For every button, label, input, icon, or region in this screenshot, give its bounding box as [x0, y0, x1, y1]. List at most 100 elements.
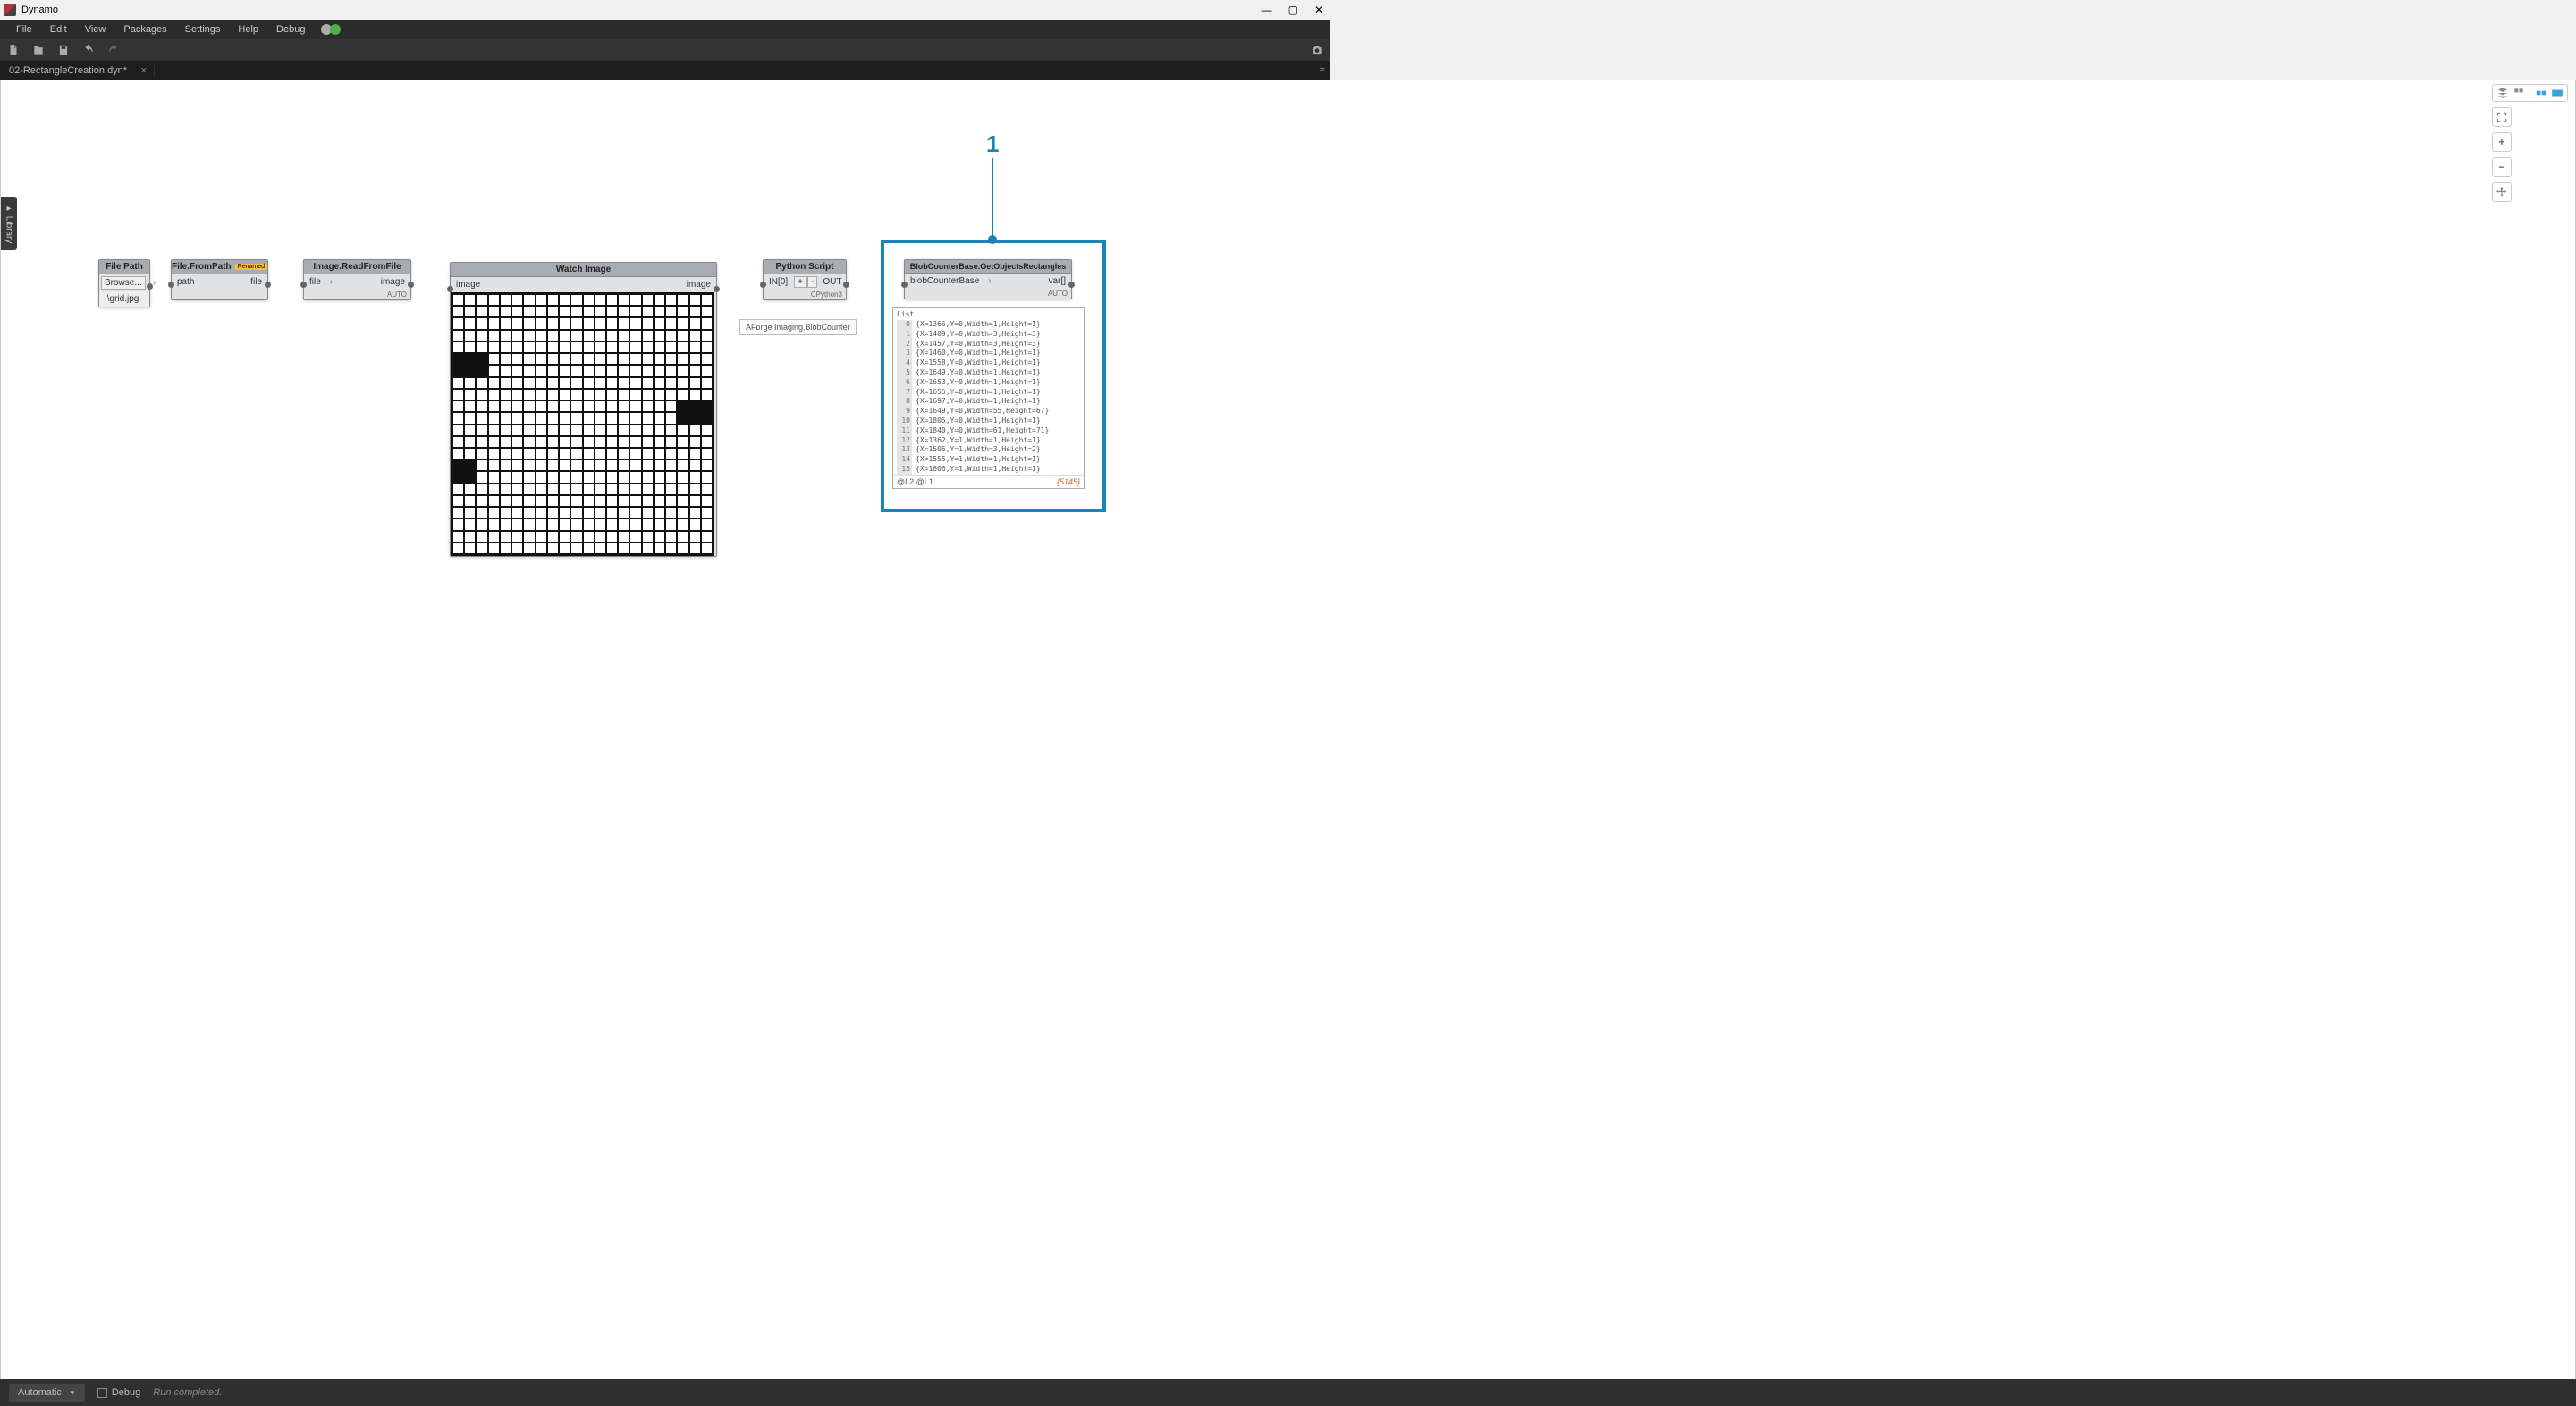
list-index: 2 [897, 340, 912, 349]
list-index: 3 [897, 349, 912, 358]
list-item[interactable]: 5{X=1649,Y=0,Width=1,Height=1} [893, 368, 1084, 378]
background3d-icon[interactable] [2496, 87, 2509, 99]
list-index: 1 [897, 330, 912, 340]
list-value: {X=1460,Y=0,Width=1,Height=1} [916, 349, 1041, 358]
open-file-icon[interactable] [32, 44, 45, 56]
debug-checkbox[interactable]: Debug [97, 1387, 140, 1398]
undo-icon[interactable] [82, 44, 95, 56]
list-item[interactable]: 4{X=1558,Y=0,Width=1,Height=1} [893, 358, 1084, 368]
list-item[interactable]: 6{X=1653,Y=0,Width=1,Height=1} [893, 378, 1084, 388]
node-title: File.FromPathRenamed [172, 260, 267, 274]
input-port-blob-counter-base[interactable]: blobCounterBase [905, 274, 984, 289]
menu-file[interactable]: File [7, 24, 41, 35]
tab-menu-icon[interactable]: ≡ [1320, 65, 1325, 76]
menu-packages[interactable]: Packages [114, 24, 175, 35]
add-input-button[interactable]: + [794, 276, 807, 288]
browse-button[interactable]: Browse... [101, 276, 146, 290]
view-toolbar: | + − [2492, 84, 2568, 202]
list-item[interactable]: 14{X=1555,Y=1,Width=1,Height=1} [893, 455, 1084, 465]
list-item[interactable]: 1{X=1409,Y=0,Width=3,Height=3} [893, 330, 1084, 340]
close-tab-icon[interactable]: × [141, 65, 147, 76]
list-item[interactable]: 11{X=1840,Y=0,Width=61,Height=71} [893, 426, 1084, 436]
graph-canvas[interactable]: ▸ Library | + − File Path Browse...› .\g… [0, 80, 2576, 1379]
library-panel-toggle[interactable]: ▸ Library [1, 197, 17, 250]
run-mode-dropdown[interactable]: Automatic ▼ [9, 1384, 85, 1402]
maximize-button[interactable]: ▢ [1288, 4, 1298, 16]
node-blob-counter[interactable]: BlobCounterBase.GetObjectsRectangles blo… [904, 259, 1072, 299]
output-port-image[interactable]: image [376, 274, 410, 290]
list-value: {X=1506,Y=1,Width=3,Height=2} [916, 445, 1041, 455]
list-index: 4 [897, 358, 912, 368]
list-value: {X=1840,Y=0,Width=61,Height=71} [916, 426, 1049, 436]
list-item[interactable]: 10 {X=1805,Y=0,Width=1,Height=1} [893, 417, 1084, 426]
menu-help[interactable]: Help [229, 24, 267, 35]
list-index: 5 [897, 368, 912, 378]
close-button[interactable]: ✕ [1314, 4, 1323, 16]
tab-bar: 02-RectangleCreation.dyn* × ≡ [0, 61, 1330, 80]
output-port-image[interactable]: image [681, 277, 716, 292]
list-item[interactable]: 7 {X=1655,Y=0,Width=1,Height=1} [893, 388, 1084, 398]
nav-mode-group: | [2492, 84, 2568, 102]
output-port-var[interactable]: var[] [1043, 274, 1071, 289]
node-view-icon[interactable] [2551, 87, 2563, 99]
save-icon[interactable] [57, 44, 70, 56]
redo-icon[interactable] [107, 44, 120, 56]
workspace-tab[interactable]: 02-RectangleCreation.dyn* × [0, 65, 155, 76]
list-item[interactable]: 2{X=1457,Y=0,Width=3,Height=3} [893, 340, 1084, 349]
input-port-image[interactable]: image [451, 277, 486, 292]
list-item[interactable]: 0{X=1366,Y=0,Width=1,Height=1} [893, 320, 1084, 330]
list-item[interactable]: 9{X=1649,Y=0,Width=55,Height=67} [893, 407, 1084, 417]
node-file-from-path[interactable]: File.FromPathRenamed path file [171, 259, 268, 300]
list-item[interactable]: 8{X=1697,Y=0,Width=1,Height=1} [893, 397, 1084, 407]
python-output-tooltip: AForge.Imaging.BlobCounter [739, 319, 857, 335]
toolbar [0, 39, 1330, 61]
list-value: {X=1653,Y=0,Width=1,Height=1} [916, 378, 1041, 388]
minimize-button[interactable]: — [1262, 4, 1272, 16]
node-image-read-from-file[interactable]: Image.ReadFromFile file›image AUTO [303, 259, 411, 300]
list-item[interactable]: 13{X=1506,Y=1,Width=3,Height=2} [893, 445, 1084, 455]
menu-debug[interactable]: Debug [267, 24, 314, 35]
blob-output-preview[interactable]: List 0{X=1366,Y=0,Width=1,Height=1}1{X=1… [892, 307, 1085, 489]
menu-settings[interactable]: Settings [176, 24, 230, 35]
menu-edit[interactable]: Edit [41, 24, 76, 35]
output-port-out[interactable]: OUT [817, 274, 847, 290]
list-index: 14 [897, 455, 912, 465]
workspace-tab-label: 02-RectangleCreation.dyn* [9, 65, 127, 76]
checkbox-icon [97, 1388, 107, 1398]
remove-input-button[interactable]: - [807, 276, 817, 288]
node-file-path[interactable]: File Path Browse...› .\grid.jpg [98, 259, 150, 307]
list-levels[interactable]: @L2 @L1 [897, 477, 933, 486]
fit-view-button[interactable] [2492, 107, 2512, 127]
wire-layer [1, 80, 269, 215]
pan-mode-icon[interactable] [2535, 87, 2547, 99]
debug-label: Debug [112, 1387, 140, 1398]
node-python-script[interactable]: Python Script IN[0] + - OUT CPython3 [763, 259, 847, 300]
input-port-path[interactable]: path [172, 274, 199, 290]
node-watch-image[interactable]: Watch Image image image [450, 262, 717, 557]
screenshot-icon[interactable] [1311, 44, 1323, 56]
annotation-callout-1: 1 [986, 130, 999, 244]
output-port-file[interactable]: file [245, 274, 267, 290]
list-value: {X=1606,Y=1,Width=1,Height=1} [916, 465, 1041, 475]
list-item[interactable]: 12{X=1362,Y=1,Width=1,Height=1} [893, 436, 1084, 446]
zoom-in-button[interactable]: + [2492, 132, 2512, 152]
dropdown-caret-icon: ▼ [69, 1389, 76, 1397]
list-item[interactable]: 15{X=1606,Y=1,Width=1,Height=1} [893, 465, 1084, 475]
pan-button[interactable] [2492, 182, 2512, 202]
list-value: {X=1655,Y=0,Width=1,Height=1} [916, 388, 1041, 398]
list-value: {X=1805,Y=0,Width=1,Height=1} [916, 417, 1041, 426]
list-index: 9 [897, 407, 912, 417]
list-value: {X=1362,Y=1,Width=1,Height=1} [916, 436, 1041, 446]
list-index: 10 [897, 417, 912, 426]
new-file-icon[interactable] [7, 44, 20, 56]
input-port-file[interactable]: file [304, 274, 326, 290]
geometry-icon[interactable] [2513, 87, 2525, 99]
menu-view[interactable]: View [76, 24, 115, 35]
list-item[interactable]: 3 {X=1460,Y=0,Width=1,Height=1} [893, 349, 1084, 358]
app-title: Dynamo [21, 4, 58, 15]
list-index: 7 [897, 388, 912, 398]
node-title: Watch Image [451, 263, 716, 277]
zoom-out-button[interactable]: − [2492, 157, 2512, 177]
node-title: File Path [99, 260, 149, 274]
input-port-in0[interactable]: IN[0] [764, 274, 793, 290]
